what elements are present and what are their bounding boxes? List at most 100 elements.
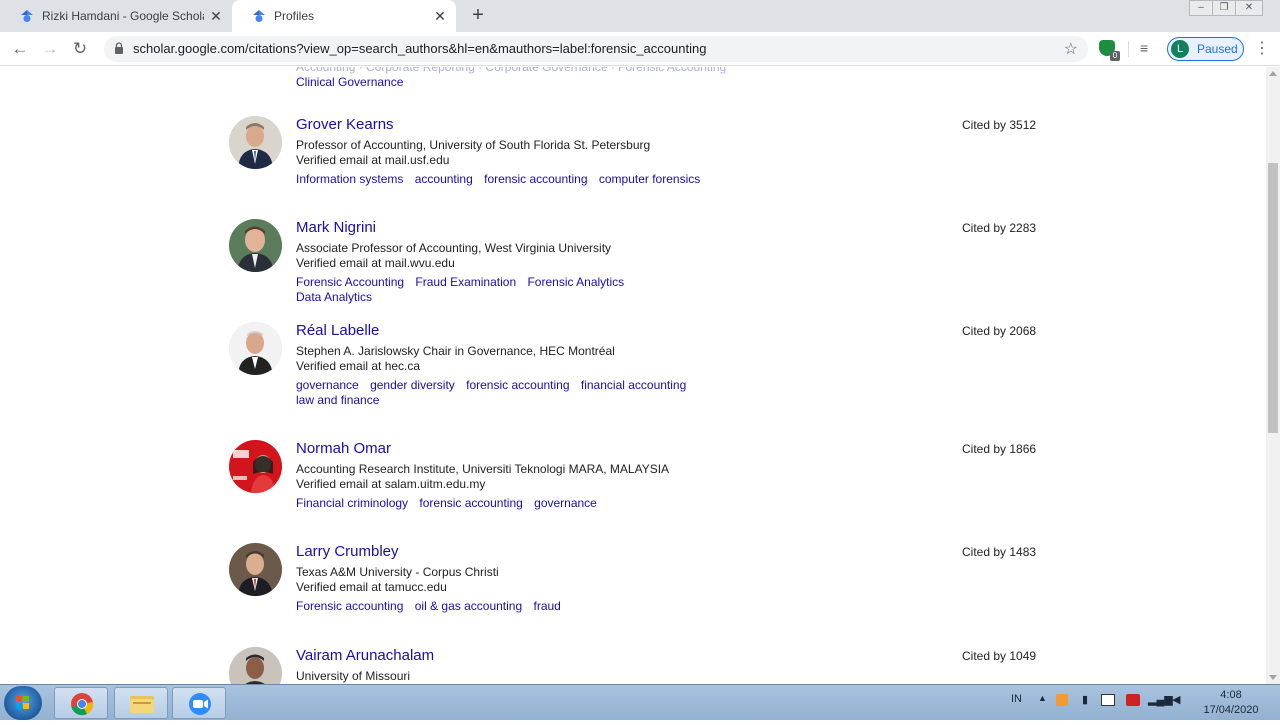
scholar-icon (21, 10, 33, 22)
page-content: Accounting · Corporate Reporting · Corpo… (0, 67, 1266, 684)
profile-tags: Forensic accounting oil & gas accounting… (296, 599, 716, 614)
profile-name[interactable]: Mark Nigrini (296, 219, 376, 236)
media-queue-icon[interactable]: ≡ (1140, 40, 1158, 56)
profile-photo[interactable] (229, 647, 282, 684)
profile-email: Verified email at salam.uitm.edu.my (296, 477, 486, 491)
chrome-icon (71, 693, 94, 716)
profile-name[interactable]: Larry Crumbley (296, 543, 399, 560)
tag-link[interactable]: Data Analytics (296, 290, 372, 304)
cited-by-count: Cited by 1483 (962, 545, 1037, 559)
minimize-button[interactable]: – (1189, 0, 1213, 16)
tag-link[interactable]: forensic accounting (484, 172, 587, 186)
profile-affiliation: University of Missouri (296, 669, 411, 683)
windows-logo-icon (16, 696, 29, 709)
security-alert-icon[interactable] (1126, 694, 1140, 706)
tag-link[interactable]: governance (296, 378, 359, 392)
cited-by-count: Cited by 3512 (962, 118, 1037, 132)
close-icon[interactable]: ✕ (204, 4, 228, 28)
profile-email: Verified email at hec.ca (296, 359, 421, 373)
url-text: scholar.google.com/citations?view_op=sea… (133, 41, 707, 56)
profile-affiliation: Professor of Accounting, University of S… (296, 138, 651, 152)
tag-link[interactable]: Forensic accounting (296, 599, 403, 613)
profile-name[interactable]: Normah Omar (296, 440, 391, 457)
tag-link[interactable]: Financial criminology (296, 496, 408, 510)
profile-photo[interactable] (229, 116, 282, 169)
tab-title: Profiles (274, 9, 315, 23)
clock-date: 17/04/2020 (1203, 704, 1259, 716)
profile-affiliation: Texas A&M University - Corpus Christi (296, 565, 499, 579)
profile-email: Verified email at tamucc.edu (296, 580, 447, 594)
scroll-down-icon[interactable] (1269, 675, 1277, 680)
profile-name[interactable]: Vairam Arunachalam (296, 647, 434, 664)
tag-link[interactable]: governance (534, 496, 597, 510)
reload-button[interactable]: ↻ (68, 37, 92, 61)
address-bar[interactable]: scholar.google.com/citations?view_op=sea… (104, 36, 1088, 62)
tray-app-icon[interactable] (1056, 694, 1068, 706)
battery-icon[interactable]: ▮ (1082, 693, 1088, 706)
scrollbar-thumb[interactable] (1268, 163, 1278, 433)
start-button[interactable] (4, 686, 42, 720)
tag-link[interactable]: Forensic Analytics (527, 275, 624, 289)
tab-profiles[interactable]: Profiles ✕ (232, 0, 456, 32)
signal-icon[interactable]: ▂▄▆ (1148, 693, 1173, 706)
clipped-tags: Accounting · Corporate Reporting · Corpo… (296, 67, 727, 74)
tag-link[interactable]: financial accounting (581, 378, 686, 392)
taskbar-file-explorer[interactable] (114, 687, 168, 719)
profile-tags: Information systems accounting forensic … (296, 172, 716, 187)
tag-link[interactable]: law and finance (296, 393, 379, 407)
tag-link[interactable]: Forensic Accounting (296, 275, 404, 289)
more-menu-icon[interactable]: ⋮ (1254, 39, 1270, 59)
bookmark-star-icon[interactable]: ☆ (1064, 39, 1078, 59)
lock-icon (115, 42, 123, 54)
profile-photo[interactable] (229, 219, 282, 272)
zoom-icon (189, 693, 211, 715)
tag-link[interactable]: computer forensics (599, 172, 700, 186)
scholar-icon (253, 10, 265, 22)
tag-link[interactable]: gender diversity (370, 378, 455, 392)
vertical-scrollbar[interactable] (1266, 67, 1280, 684)
volume-icon[interactable]: ◀ (1172, 693, 1180, 706)
profile-affiliation: Accounting Research Institute, Universit… (296, 462, 670, 476)
profile-tags: governance gender diversity forensic acc… (296, 378, 716, 408)
taskbar-zoom[interactable] (172, 687, 226, 719)
profile-button[interactable]: L Paused (1167, 37, 1244, 61)
tag-link[interactable]: fraud (533, 599, 560, 613)
tab-rizki-hamdani[interactable]: Rizki Hamdani - Google Scholar ✕ (0, 0, 232, 32)
scroll-up-icon[interactable] (1269, 71, 1277, 76)
tab-strip: Rizki Hamdani - Google Scholar ✕ Profile… (0, 0, 1280, 32)
cited-by-count: Cited by 2068 (962, 324, 1037, 338)
tag-link[interactable]: Fraud Examination (415, 275, 516, 289)
profile-photo[interactable] (229, 440, 282, 493)
cited-by-count: Cited by 2283 (962, 221, 1037, 235)
network-disconnected-icon[interactable] (1101, 694, 1115, 706)
new-tab-button[interactable]: + (466, 4, 490, 28)
profile-photo[interactable] (229, 322, 282, 375)
taskbar-chrome[interactable] (54, 687, 108, 719)
cited-by-count: Cited by 1866 (962, 442, 1037, 456)
file-explorer-icon (130, 696, 154, 713)
profile-affiliation: Stephen A. Jarislowsky Chair in Governan… (296, 344, 615, 358)
windows-taskbar: IN ▲ ▮ ▂▄▆ ◀ 4:08 17/04/2020 (0, 684, 1280, 720)
show-hidden-icons-icon[interactable]: ▲ (1038, 693, 1047, 703)
close-icon[interactable]: ✕ (428, 4, 452, 28)
tag-link[interactable]: oil & gas accounting (415, 599, 522, 613)
maximize-button[interactable]: ❐ (1212, 0, 1236, 16)
tag-link[interactable]: accounting (415, 172, 473, 186)
tag-link[interactable]: Information systems (296, 172, 403, 186)
previous-profile-tags: Accounting · Corporate Reporting · Corpo… (296, 67, 726, 90)
profile-email: Verified email at mail.usf.edu (296, 153, 450, 167)
tag-link[interactable]: forensic accounting (419, 496, 522, 510)
toolbar-divider (1128, 41, 1129, 57)
profile-affiliation: Associate Professor of Accounting, West … (296, 241, 612, 255)
back-button[interactable]: ← (8, 37, 32, 61)
close-window-button[interactable]: ✕ (1235, 0, 1263, 16)
language-indicator[interactable]: IN (1011, 693, 1022, 705)
tag-link[interactable]: forensic accounting (466, 378, 569, 392)
forward-button[interactable]: → (38, 37, 62, 61)
tab-title: Rizki Hamdani - Google Scholar (42, 9, 204, 23)
tag-link[interactable]: Clinical Governance (296, 75, 726, 90)
profile-name[interactable]: Grover Kearns (296, 116, 394, 133)
system-clock[interactable]: 4:08 17/04/2020 (1195, 688, 1267, 718)
profile-name[interactable]: Réal Labelle (296, 322, 379, 339)
profile-photo[interactable] (229, 543, 282, 596)
